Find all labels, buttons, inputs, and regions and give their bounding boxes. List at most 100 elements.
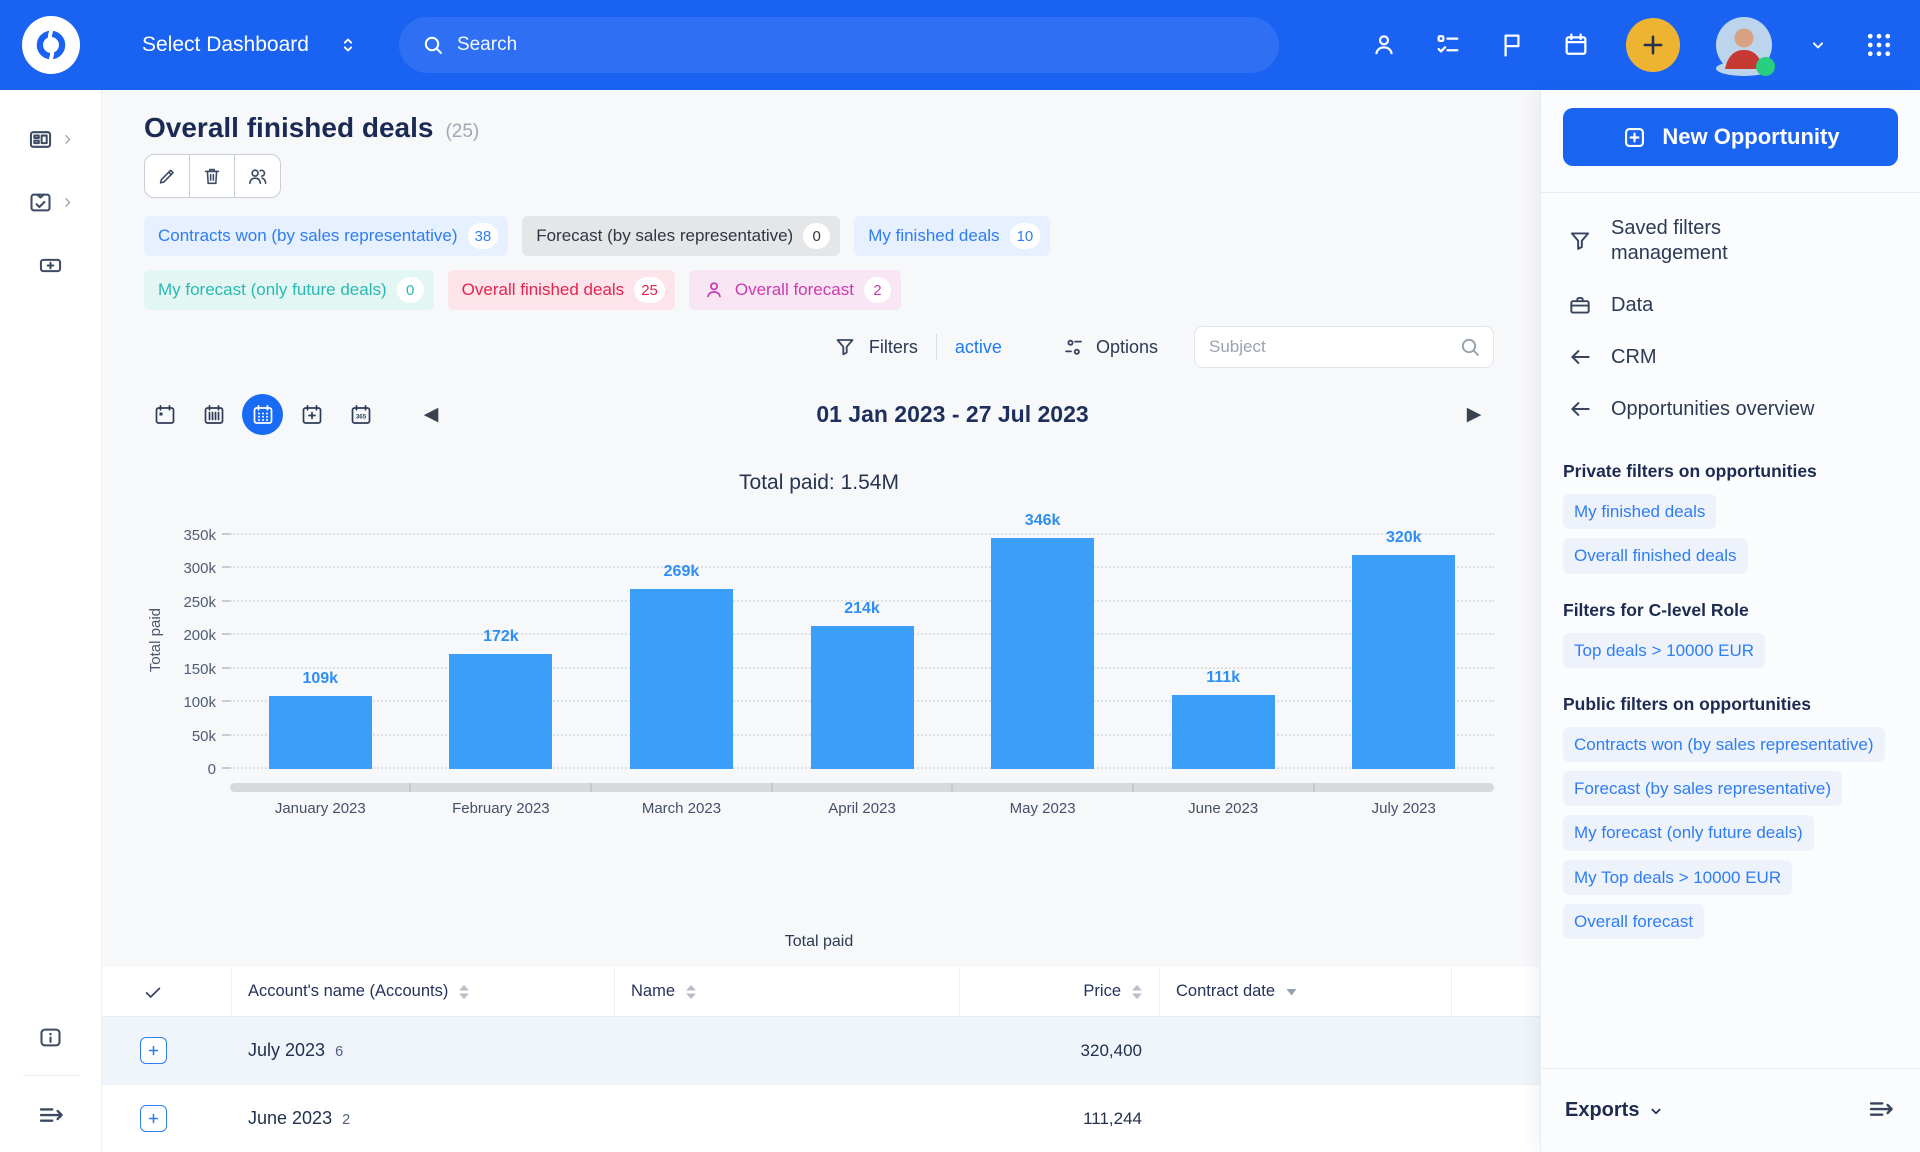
previous-period-button[interactable]: ◀ — [411, 403, 451, 426]
x-axis-label: May 2023 — [952, 800, 1133, 817]
subject-search — [1194, 326, 1494, 368]
view-week-button[interactable] — [193, 394, 234, 435]
chevron-right-icon — [61, 133, 74, 146]
dashboard-selector-label: Select Dashboard — [142, 33, 309, 57]
filter-chip-contracts-won-by-sales-representative[interactable]: Contracts won (by sales representative) 3… — [144, 216, 508, 256]
dashboard-selector[interactable]: Select Dashboard — [142, 33, 359, 57]
filter-chip-my-finished-deals[interactable]: My finished deals10 — [854, 216, 1050, 256]
column-header-label: Price — [1083, 982, 1121, 1001]
calendar-day-icon — [153, 403, 177, 427]
filter-link-row: My finished deals — [1563, 494, 1898, 529]
delete-button[interactable] — [190, 155, 235, 197]
options-button[interactable]: Options — [1062, 335, 1158, 359]
user-avatar[interactable] — [1716, 17, 1772, 73]
sidebar-info-button[interactable] — [37, 1024, 64, 1051]
subject-input[interactable] — [1194, 326, 1494, 368]
avatar-menu-chevron[interactable] — [1808, 35, 1828, 55]
bar-column-january-2023: 109k — [230, 535, 411, 769]
panel-collapse-button[interactable] — [1866, 1094, 1896, 1127]
page-title: Overall finished deals (25) — [144, 112, 1540, 144]
panel-menu-item-crm[interactable]: CRM — [1563, 331, 1898, 383]
section-heading-public-filters-on-opportunities: Public filters on opportunities — [1563, 694, 1898, 715]
arrow-left-icon-wrap — [1567, 396, 1593, 422]
filter-link-overall-forecast[interactable]: Overall forecast — [1563, 904, 1704, 939]
app-logo[interactable] — [22, 16, 80, 74]
edit-button[interactable] — [145, 155, 190, 197]
tasks-button[interactable] — [1434, 31, 1462, 59]
expand-group-button[interactable] — [140, 1037, 167, 1064]
table-header-row: Account's name (Accounts) Name Price Contra… — [102, 967, 1540, 1017]
column-header-account-s-name-accounts[interactable]: Account's name (Accounts) — [232, 967, 615, 1016]
chart-horizontal-scrollbar[interactable] — [230, 783, 1494, 792]
group-count: 6 — [335, 1044, 343, 1060]
scrollbar-segment — [1134, 783, 1315, 792]
filter-link-top-deals-10000-eur[interactable]: Top deals > 10000 EUR — [1563, 633, 1765, 668]
panel-menu-item-data[interactable]: Data — [1563, 279, 1898, 331]
column-header-label: Name — [631, 982, 675, 1001]
filter-link-my-forecast-only-future-deals[interactable]: My forecast (only future deals) — [1563, 815, 1814, 850]
filter-link-my-finished-deals[interactable]: My finished deals — [1563, 494, 1716, 529]
view-day-button[interactable] — [144, 394, 185, 435]
chip-label: Contracts won (by sales representative) — [158, 226, 458, 246]
expand-group-button[interactable] — [140, 1105, 167, 1132]
chip-label: Overall forecast — [735, 280, 854, 300]
active-filters-link[interactable]: active — [955, 337, 1002, 358]
search-input[interactable] — [457, 34, 1257, 56]
bar-column-february-2023: 172k — [411, 535, 592, 769]
view-year-button[interactable]: 365 — [340, 394, 381, 435]
sidebar-item-dashboards[interactable] — [27, 126, 74, 153]
quick-add-button[interactable] — [1626, 18, 1680, 72]
calendar-button[interactable] — [1562, 31, 1590, 59]
y-tick-mark — [222, 734, 230, 736]
filter-link-overall-finished-deals[interactable]: Overall finished deals — [1563, 538, 1748, 573]
select-chevrons-icon — [337, 34, 359, 56]
bar-column-march-2023: 269k — [591, 535, 772, 769]
sidebar-item-activities[interactable] — [27, 189, 74, 216]
y-tick-mark — [222, 566, 230, 568]
person-icon — [703, 279, 725, 301]
next-period-button[interactable]: ▶ — [1454, 403, 1494, 426]
section-heading-private-filters-on-opportunities: Private filters on opportunities — [1563, 461, 1898, 482]
share-button[interactable] — [235, 155, 280, 197]
column-header-label: Account's name (Accounts) — [248, 982, 448, 1001]
column-header-contract-date[interactable]: Contract date — [1160, 967, 1452, 1016]
apps-grid-button[interactable] — [1864, 30, 1894, 60]
select-all-checkbox[interactable] — [102, 967, 232, 1016]
contacts-button[interactable] — [1370, 31, 1398, 59]
y-tick-label: 250k — [183, 594, 216, 611]
chevron-right-icon — [61, 196, 74, 209]
column-header-name[interactable]: Name — [615, 967, 960, 1016]
global-search[interactable] — [399, 17, 1279, 73]
exports-button[interactable]: Exports — [1565, 1099, 1665, 1122]
panel-menu-item-saved-filters-management[interactable]: Saved filters management — [1563, 203, 1898, 279]
panel-menu-item-opportunities-overview[interactable]: Opportunities overview — [1563, 383, 1898, 435]
column-header-price[interactable]: Price — [960, 967, 1160, 1016]
filter-link-my-top-deals-10000-eur[interactable]: My Top deals > 10000 EUR — [1563, 860, 1792, 895]
chart-plot-area: 109k172k269k214k346k111k320k — [230, 511, 1494, 769]
group-cell: July 20236 — [232, 1040, 615, 1061]
filters-button[interactable]: Filters — [833, 335, 918, 359]
sidebar-expand-button[interactable] — [36, 1100, 66, 1130]
new-opportunity-button[interactable]: New Opportunity — [1563, 108, 1898, 166]
sidebar-add-button[interactable] — [37, 252, 64, 279]
filter-link-contracts-won-by-sales-representative[interactable]: Contracts won (by sales representative) — [1563, 727, 1885, 762]
filter-chip-my-forecast-only-future-deals[interactable]: My forecast (only future deals)0 — [144, 270, 434, 310]
bar — [1172, 695, 1275, 769]
main-content: Overall finished deals (25) Contr — [102, 90, 1540, 1152]
view-month-button[interactable] — [242, 394, 283, 435]
table-row-july-2023: July 20236320,400 — [102, 1017, 1540, 1085]
filter-chip-overall-forecast[interactable]: Overall forecast2 — [689, 270, 901, 310]
calendar-month-icon — [251, 403, 275, 427]
filter-link-forecast-by-sales-representative[interactable]: Forecast (by sales representative) — [1563, 771, 1842, 806]
arrow-left-icon-wrap — [1567, 344, 1593, 370]
filter-chip-overall-finished-deals[interactable]: Overall finished deals25 — [448, 270, 675, 310]
view-quarter-button[interactable] — [291, 394, 332, 435]
y-tick-label: 0 — [208, 761, 216, 778]
menu-item-label: Opportunities overview — [1611, 397, 1814, 422]
clipboard-check-icon — [27, 189, 54, 216]
bar — [449, 654, 552, 769]
scrollbar-segment — [592, 783, 773, 792]
filter-chip-forecast-by-sales-representative[interactable]: Forecast (by sales representative)0 — [522, 216, 840, 256]
flags-button[interactable] — [1498, 31, 1526, 59]
chip-count-badge: 38 — [468, 223, 499, 249]
